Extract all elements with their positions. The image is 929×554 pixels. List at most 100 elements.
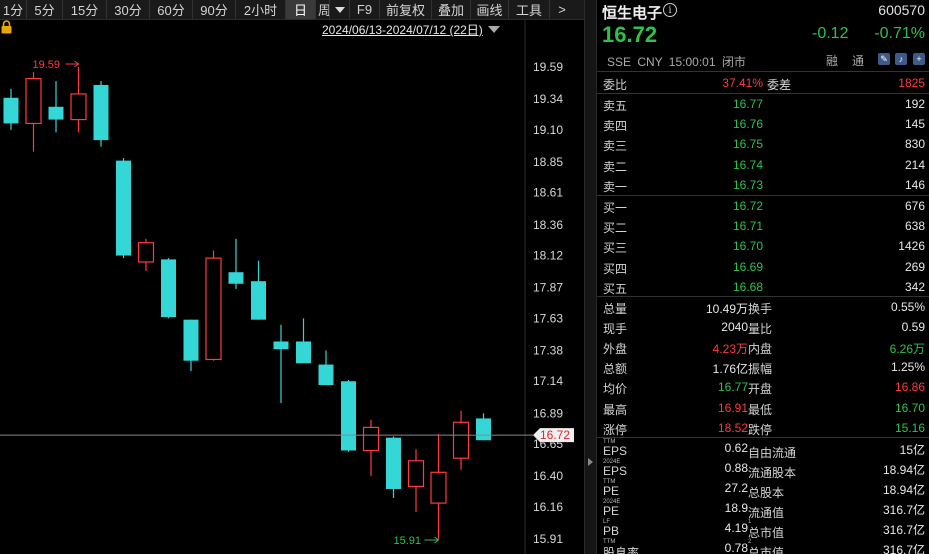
- fundamental-superscript: TTM: [603, 539, 616, 545]
- candle-body-down: [161, 259, 176, 318]
- stat-label: 振幅: [748, 362, 773, 377]
- level-price: 16.68: [732, 279, 763, 294]
- tab-2hour[interactable]: 2小时: [236, 0, 286, 19]
- candle-body-down: [116, 160, 131, 256]
- candle-body-up: [137, 242, 155, 263]
- level-volume: 192: [904, 97, 925, 111]
- chevron-down-icon: [334, 6, 345, 13]
- tab-90min[interactable]: 90分: [193, 0, 236, 19]
- fundamental-superscript: LF: [603, 519, 611, 525]
- adjust-button[interactable]: 前复权: [380, 0, 432, 19]
- fundamental-value: 316.7亿: [882, 503, 925, 517]
- stat-label: 跌停: [748, 422, 773, 437]
- y-tick-label: 19.10: [533, 123, 563, 137]
- fundamental-label: 总市值 1: [748, 519, 784, 540]
- stat-label: 总量: [603, 302, 628, 316]
- tab-15min[interactable]: 15分: [63, 0, 107, 19]
- order-level-row: 买五 16.68 342: [597, 277, 929, 297]
- level-label: 卖三: [603, 139, 628, 154]
- stat-row: 最高 16.91 最低 16.70: [597, 398, 929, 418]
- tab-weekly[interactable]: 周: [316, 0, 330, 19]
- level-price: 16.75: [732, 137, 763, 152]
- fundamental-name: 总市值: [748, 546, 785, 554]
- tab-30min[interactable]: 30分: [107, 0, 150, 19]
- f9-button[interactable]: F9: [350, 0, 380, 19]
- high-marker-arrow: [65, 60, 80, 68]
- stat-value: 6.26万: [889, 342, 925, 357]
- chevron-down-icon[interactable]: [488, 26, 500, 33]
- candle-body-down: [296, 341, 311, 364]
- fundamental-superscript: TTM: [603, 479, 616, 485]
- stat-row: 均价 16.77 开盘 16.86: [597, 377, 929, 397]
- stat-value: 10.49万: [705, 302, 748, 316]
- level-price: 16.77: [732, 97, 763, 111]
- tools-button[interactable]: 工具: [509, 0, 550, 19]
- stat-row: 外盘 4.23万 内盘 6.26万: [597, 337, 929, 357]
- order-level-row: 卖四 16.76 145: [597, 114, 929, 134]
- y-tick-label: 16.40: [533, 469, 563, 483]
- stat-row: 现手 2040 量比 0.59: [597, 317, 929, 337]
- fundamental-name: EPS: [603, 444, 628, 458]
- price-change-pct: -0.71%: [874, 25, 925, 42]
- margin-label: 融: [826, 54, 839, 68]
- lock-icon[interactable]: [0, 20, 13, 34]
- stat-value: 4.23万: [712, 342, 748, 357]
- y-tick-label: 15.91: [533, 532, 563, 546]
- fundamental-label: PE TTM: [603, 479, 619, 498]
- stat-label: 现手: [603, 322, 628, 337]
- date-range-label[interactable]: 2024/06/13-2024/07/12 (22日): [322, 21, 483, 38]
- level-label: 卖四: [603, 119, 628, 134]
- fundamental-label: EPS 2024E: [603, 459, 627, 478]
- info-icon[interactable]: i: [663, 3, 677, 17]
- fundamental-superscript: 2: [748, 539, 752, 545]
- fundamental-row: 股息率 TTM 0.78 总市值 2 316.7亿: [597, 538, 929, 554]
- tab-5min[interactable]: 5分: [27, 0, 63, 19]
- level-price: 16.70: [732, 239, 763, 254]
- panel-collapse-handle[interactable]: [584, 0, 597, 554]
- candle-body-down: [93, 84, 109, 141]
- fundamental-label: 总市值 2: [748, 539, 784, 554]
- fundamental-value: 316.7亿: [882, 523, 925, 537]
- add-icon[interactable]: +: [913, 53, 925, 65]
- level-volume: 146: [904, 177, 925, 192]
- stat-value: 18.52: [717, 420, 748, 435]
- draw-button[interactable]: 画线: [471, 0, 509, 19]
- y-tick-label: 17.63: [533, 311, 563, 325]
- stat-value: 1.25%: [890, 360, 925, 375]
- edit-icon[interactable]: ✎: [878, 53, 890, 65]
- candle-body-up: [407, 460, 425, 488]
- connect-label: 通: [852, 54, 865, 68]
- tab-1min[interactable]: 1分: [0, 0, 27, 19]
- level-volume: 145: [904, 117, 925, 132]
- candle-body-up: [205, 257, 222, 361]
- more-button[interactable]: >: [550, 0, 574, 19]
- low-marker-label: 15.91: [394, 535, 422, 547]
- fundamental-name: EPS: [603, 464, 628, 478]
- candle-body-up: [25, 77, 42, 125]
- level-price: 16.76: [732, 117, 763, 132]
- tab-60min[interactable]: 60分: [150, 0, 193, 19]
- level-volume: 269: [904, 259, 925, 274]
- level-label: 卖五: [603, 99, 628, 113]
- fundamental-value: 18.94亿: [882, 483, 925, 497]
- candle-body-up: [452, 421, 470, 459]
- stat-value: 16.70: [894, 400, 925, 415]
- stat-value: 15.16: [894, 420, 925, 435]
- order-level-row: 买一 16.72 676: [597, 196, 929, 216]
- level-label: 买一: [603, 201, 628, 215]
- candle-body-up: [430, 471, 447, 504]
- stat-label: 量比: [748, 322, 773, 337]
- fundamental-name: PB: [603, 524, 620, 538]
- y-tick-label: 17.14: [533, 374, 563, 388]
- y-tick-label: 18.36: [533, 218, 563, 232]
- overlay-button[interactable]: 叠加: [432, 0, 471, 19]
- tab-daily[interactable]: 日: [286, 0, 316, 19]
- period-dropdown[interactable]: [330, 0, 350, 19]
- candlestick-chart[interactable]: 19.59 19.34 19.10 18.85 18.61 18.36 18.12 17.87…: [0, 20, 584, 554]
- alert-icon[interactable]: ♪: [895, 53, 907, 65]
- level-volume: 214: [904, 157, 925, 172]
- fundamental-value: 0.88: [724, 461, 748, 475]
- candle-body-down: [476, 418, 491, 441]
- fundamental-row: EPS 2024E 0.88 流通股本 18.94亿: [597, 458, 929, 480]
- level-label: 卖二: [603, 159, 628, 174]
